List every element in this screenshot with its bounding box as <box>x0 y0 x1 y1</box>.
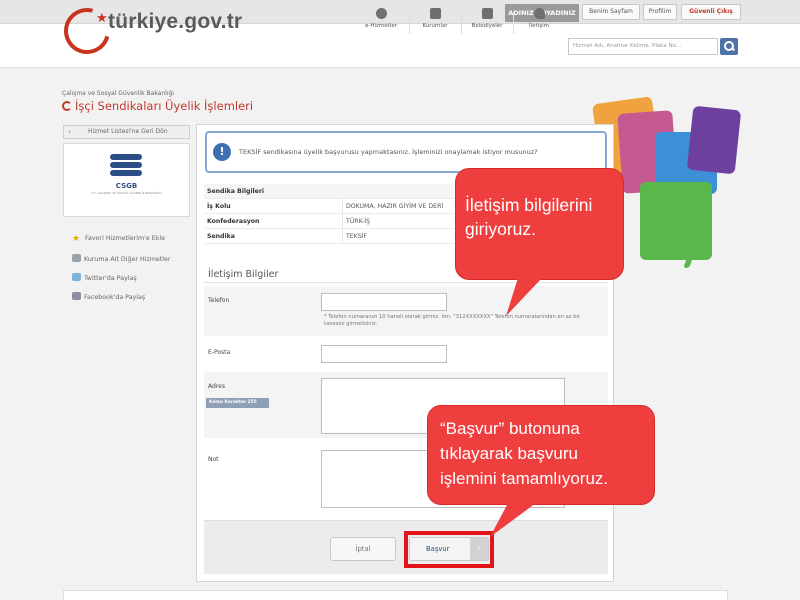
contact-icon <box>533 8 545 19</box>
services-icon <box>375 8 387 19</box>
search-input[interactable]: Hizmet Adı, Anahtar Kelime, Plaka No... <box>568 38 718 55</box>
contact-section-title: İletişim Bilgiler <box>208 269 279 280</box>
add-favorites-link[interactable]: ★ Favori Hizmetlerim'e Ekle <box>72 235 165 245</box>
ministry-name: Çalışma ve Sosyal Güvenlik Bakanlığı <box>62 90 174 97</box>
confirmation-text: TEKSİF sendikasına üyelik başvurusu yapm… <box>239 148 538 156</box>
callout-line: “Başvur” butonuna <box>440 419 580 438</box>
twitter-share-link[interactable]: Twitter'da Paylaş <box>72 273 137 282</box>
org-logo-text: CSGB <box>115 182 138 190</box>
callout-line: tıklayarak başvuru <box>440 444 578 463</box>
callout-line: işlemini tamamlıyoruz. <box>440 469 609 488</box>
nav-label: Kurumlar <box>422 23 448 29</box>
side-link-label: Kuruma Ait Diğer Hizmetler <box>84 256 171 263</box>
nav-label: Belediyeler <box>471 23 503 29</box>
callout-pointer <box>506 278 542 316</box>
row-value: TÜRK-İŞ <box>346 218 370 225</box>
service-logo-icon <box>62 101 72 111</box>
star-icon: ★ <box>72 234 81 244</box>
email-label: E-Posta <box>208 349 231 356</box>
arrow-icon <box>72 254 81 262</box>
row-value: TEKSİF <box>346 233 368 240</box>
side-link-label: Favori Hizmetlerim'e Ekle <box>85 235 166 242</box>
callout-line: İletişim bilgilerini <box>465 195 593 215</box>
nav-label: İletişim <box>529 23 549 29</box>
row-label: İş Kolu <box>207 203 231 210</box>
nav-divider <box>461 12 462 34</box>
nav-e-hizmetler[interactable]: e-Hizmetler <box>359 8 403 29</box>
side-link-label: Facebook'da Paylaş <box>84 294 146 301</box>
nav-label: e-Hizmetler <box>365 23 397 29</box>
phone-label: Telefon <box>208 297 230 304</box>
back-button-label: Hizmet Listesi'ne Geri Dön <box>88 128 168 135</box>
logo-text: türkiye.gov.tr <box>108 10 243 33</box>
nav-iletisim[interactable]: İletişim <box>517 8 561 29</box>
row-label: Konfederasyon <box>207 218 260 225</box>
side-link-label: Twitter'da Paylaş <box>84 275 137 282</box>
row-label: Sendika <box>207 233 235 240</box>
chevron-left-icon: ‹ <box>68 127 72 136</box>
my-page-button[interactable]: Benim Sayfam <box>582 4 640 20</box>
cancel-button[interactable]: İptal <box>330 537 396 561</box>
profile-button[interactable]: Profilim <box>643 4 677 20</box>
logo-star-icon: ★ <box>96 11 108 26</box>
page-title-text: İşçi Sendikaları Üyelik İşlemleri <box>75 99 254 113</box>
nav-kurumlar[interactable]: Kurumlar <box>413 8 457 29</box>
facebook-icon <box>72 292 81 300</box>
nav-divider <box>513 12 514 34</box>
municipalities-icon <box>481 8 493 19</box>
nav-belediyeler[interactable]: Belediyeler <box>465 8 509 29</box>
csgb-logo-icon <box>110 154 142 176</box>
contact-info-callout: İletişim bilgilerini giriyoruz. <box>455 168 624 280</box>
organization-logo-box: CSGB T.C. ÇALIŞMA VE SOSYAL GÜVENLİK BAK… <box>63 143 190 217</box>
page-title: İşçi Sendikaları Üyelik İşlemleri <box>62 99 253 113</box>
callout-pointer <box>490 503 536 537</box>
search-button[interactable] <box>720 38 738 55</box>
address-label: Adres <box>208 383 225 390</box>
phone-input[interactable] <box>321 293 447 311</box>
twitter-icon <box>72 273 81 281</box>
callout-text: “Başvur” butonuna tıklayarak başvuru işl… <box>440 416 608 491</box>
other-services-link[interactable]: Kuruma Ait Diğer Hizmetler <box>72 254 170 263</box>
note-label: Not <box>208 456 219 463</box>
row-value: DOKUMA, HAZIR GİYİM VE DERİ <box>346 203 444 210</box>
callout-line: giriyoruz. <box>465 219 536 239</box>
submit-info-callout: “Başvur” butonuna tıklayarak başvuru işl… <box>427 405 655 505</box>
email-input[interactable] <box>321 345 447 363</box>
info-icon: ! <box>213 143 231 161</box>
back-to-services-button[interactable]: ‹ Hizmet Listesi'ne Geri Dön <box>63 125 190 139</box>
institutions-icon <box>429 8 441 19</box>
footer <box>63 590 728 600</box>
confirmation-message: ! TEKSİF sendikasına üyelik başvurusu ya… <box>205 131 607 173</box>
logout-button[interactable]: Güvenli Çıkış <box>681 4 741 20</box>
callout-text: İletişim bilgilerini giriyoruz. <box>465 193 592 241</box>
remaining-characters-badge: Kalan Karakter 255 <box>206 398 269 408</box>
org-logo-subtext: T.C. ÇALIŞMA VE SOSYAL GÜVENLİK BAKANLIĞ… <box>91 191 162 195</box>
nav-divider <box>409 12 410 34</box>
facebook-share-link[interactable]: Facebook'da Paylaş <box>72 292 145 301</box>
